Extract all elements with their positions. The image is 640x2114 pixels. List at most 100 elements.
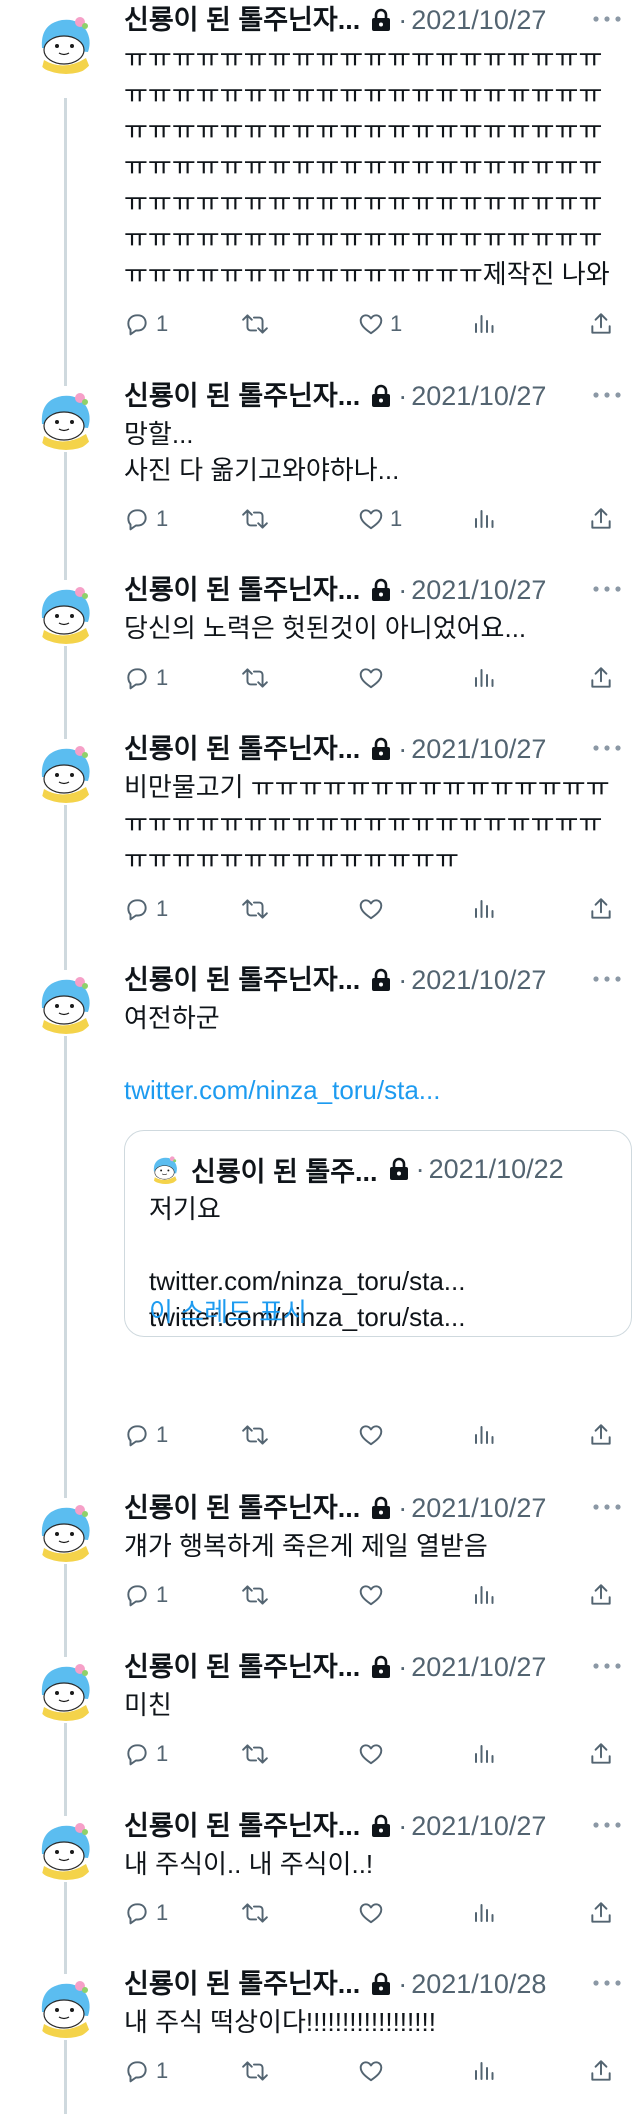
avatar[interactable] — [32, 1657, 98, 1723]
avatar[interactable] — [32, 10, 98, 76]
more-options-icon[interactable] — [592, 974, 622, 984]
separator-dot: · — [398, 575, 408, 605]
author-name[interactable]: 신룡이 된 톨주닌자... — [124, 962, 360, 998]
avatar[interactable] — [32, 739, 98, 805]
avatar[interactable] — [32, 970, 98, 1036]
tweet-thread: 신룡이 된 톨주닌자... · 2021/10/27 ㅠㅠㅠㅠㅠㅠㅠㅠㅠㅠㅠㅠㅠㅠㅠㅠ… — [0, 0, 640, 2114]
more-options-icon[interactable] — [592, 743, 622, 753]
like-button[interactable]: 1 — [358, 505, 402, 533]
avatar[interactable] — [32, 386, 98, 452]
tweet-date[interactable]: 2021/10/27 — [411, 572, 546, 608]
views-button[interactable] — [472, 505, 496, 533]
views-button[interactable] — [472, 664, 496, 692]
more-options-icon[interactable] — [592, 1502, 622, 1512]
reply-button[interactable]: 1 — [124, 1740, 168, 1768]
retweet-icon — [242, 1425, 268, 1445]
more-options-icon[interactable] — [592, 1661, 622, 1671]
reply-button[interactable]: 1 — [124, 1899, 168, 1927]
retweet-button[interactable] — [241, 505, 275, 533]
author-name[interactable]: 신룡이 된 톨주닌자... — [124, 1649, 360, 1685]
reply-button[interactable]: 1 — [124, 1421, 168, 1449]
reply-button[interactable]: 1 — [124, 505, 168, 533]
tweet-date[interactable]: 2021/10/27 — [411, 1490, 546, 1526]
like-button[interactable]: 1 — [358, 310, 402, 338]
reply-button[interactable]: 1 — [124, 2057, 168, 2085]
retweet-button[interactable] — [241, 1421, 275, 1449]
retweet-button[interactable] — [241, 310, 275, 338]
author-name[interactable]: 신룡이 된 톨주닌자... — [124, 731, 360, 767]
tweet-date[interactable]: 2021/10/27 — [411, 731, 546, 767]
author-name[interactable]: 신룡이 된 톨주닌자... — [124, 378, 360, 414]
views-button[interactable] — [472, 1421, 496, 1449]
more-options-icon[interactable] — [592, 1820, 622, 1830]
share-button[interactable] — [588, 1899, 614, 1927]
share-button[interactable] — [588, 1421, 614, 1449]
author-name[interactable]: 신룡이 된 톨주닌자... — [124, 572, 360, 608]
like-button[interactable] — [358, 1421, 390, 1449]
author-name[interactable]: 신룡이 된 톨주닌자... — [124, 1966, 360, 2002]
views-icon — [475, 510, 494, 528]
reply-button[interactable]: 1 — [124, 895, 168, 923]
share-button[interactable] — [588, 664, 614, 692]
like-button[interactable] — [358, 2057, 390, 2085]
tweet-body: 신룡이 된 톨주닌자... · 2021/10/27 여전하군 twitter.com/… — [124, 962, 622, 1108]
reply-count: 1 — [156, 2058, 169, 2083]
avatar[interactable] — [32, 1974, 98, 2040]
views-button[interactable] — [472, 895, 496, 923]
share-button[interactable] — [588, 1581, 614, 1609]
reply-button[interactable]: 1 — [124, 1581, 168, 1609]
views-icon — [475, 315, 494, 333]
tweet-text: 미친 — [124, 1690, 172, 1720]
retweet-button[interactable] — [241, 1581, 275, 1609]
more-options-icon[interactable] — [592, 1978, 622, 1988]
more-options-icon[interactable] — [592, 390, 622, 400]
reply-button[interactable]: 1 — [124, 310, 168, 338]
share-button[interactable] — [588, 895, 614, 923]
tweet-date[interactable]: 2021/10/27 — [411, 2, 546, 38]
views-button[interactable] — [472, 1581, 496, 1609]
tweet-actions: 1 — [124, 895, 622, 923]
tweet-date[interactable]: 2021/10/28 — [411, 1966, 546, 2002]
share-button[interactable] — [588, 310, 614, 338]
retweet-button[interactable] — [241, 895, 275, 923]
views-button[interactable] — [472, 2057, 496, 2085]
tweet-link[interactable]: twitter.com/ninza_toru/sta... — [124, 1072, 622, 1108]
tweet-date[interactable]: 2021/10/27 — [411, 962, 546, 998]
retweet-button[interactable] — [241, 664, 275, 692]
tweet-actions: 1 — [124, 1740, 622, 1768]
quoted-tweet-header: 신룡이 된 톨주... · 2021/10/22 — [149, 1151, 617, 1187]
share-button[interactable] — [588, 2057, 614, 2085]
share-icon — [591, 898, 611, 919]
retweet-button[interactable] — [241, 1740, 275, 1768]
author-name[interactable]: 신룡이 된 톨주닌자... — [124, 1490, 360, 1526]
share-button[interactable] — [588, 1740, 614, 1768]
tweet-header: 신룡이 된 톨주닌자... · 2021/10/27 — [124, 731, 622, 767]
like-button[interactable] — [358, 664, 390, 692]
share-button[interactable] — [588, 505, 614, 533]
like-button[interactable] — [358, 1581, 390, 1609]
share-icon — [591, 508, 611, 529]
views-button[interactable] — [472, 1740, 496, 1768]
views-button[interactable] — [472, 310, 496, 338]
like-button[interactable] — [358, 1740, 390, 1768]
more-options-icon[interactable] — [592, 14, 622, 24]
retweet-button[interactable] — [241, 1899, 275, 1927]
reply-button[interactable]: 1 — [124, 664, 168, 692]
quoted-tweet-card[interactable]: 신룡이 된 톨주... · 2021/10/22 저기요 twitter.com/ni… — [124, 1130, 632, 1337]
author-name[interactable]: 신룡이 된 톨주닌자... — [124, 1808, 360, 1844]
retweet-button[interactable] — [241, 2057, 275, 2085]
avatar[interactable] — [32, 580, 98, 646]
views-button[interactable] — [472, 1899, 496, 1927]
like-button[interactable] — [358, 895, 390, 923]
tweet-date[interactable]: 2021/10/27 — [411, 1808, 546, 1844]
tweet-header: 신룡이 된 톨주닌자... · 2021/10/27 — [124, 572, 622, 608]
tweet-date[interactable]: 2021/10/27 — [411, 378, 546, 414]
avatar[interactable] — [32, 1498, 98, 1564]
more-options-icon[interactable] — [592, 584, 622, 594]
author-name[interactable]: 신룡이 된 톨주닌자... — [124, 2, 360, 38]
avatar[interactable] — [32, 1816, 98, 1882]
tweet-date[interactable]: 2021/10/27 — [411, 1649, 546, 1685]
tweet-header: 신룡이 된 톨주닌자... · 2021/10/27 — [124, 1808, 622, 1844]
like-button[interactable] — [358, 1899, 390, 1927]
show-thread-link[interactable]: 이 스레드 표시 — [149, 1294, 307, 1330]
